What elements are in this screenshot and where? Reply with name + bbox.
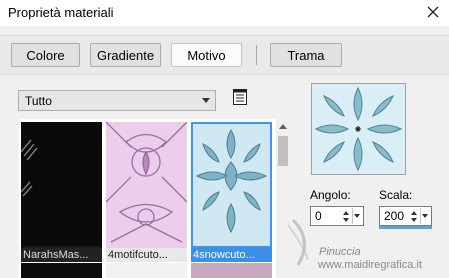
tab-gradiente[interactable]: Gradiente [90, 43, 161, 67]
category-select-value: Tutto [25, 93, 52, 108]
pattern-thumb-4motif[interactable] [106, 122, 187, 262]
chevron-up-icon [279, 124, 287, 129]
pattern-thumb-4snow[interactable] [191, 122, 272, 248]
pattern-thumb-row2[interactable] [106, 263, 187, 278]
pattern-image [106, 122, 187, 262]
watermark-url: www.maidiregrafica.it [318, 259, 422, 271]
thumb-label: 4motifcuto... [106, 248, 187, 262]
view-mode-button[interactable] [231, 88, 249, 106]
category-select[interactable]: Tutto [18, 90, 216, 111]
thumb-label: NarahsMas... [21, 248, 102, 262]
angle-label: Angolo: [310, 188, 351, 202]
tab-separator [256, 45, 257, 65]
chevron-down-icon [202, 98, 210, 103]
tab-label: Trama [287, 47, 325, 63]
list-view-icon [233, 89, 247, 105]
tab-label: Motivo [187, 47, 226, 63]
preview-image [312, 84, 405, 174]
tab-trama[interactable]: Trama [270, 43, 342, 67]
scale-label: Scala: [379, 188, 413, 202]
title-bar: Proprietà materiali [0, 0, 449, 26]
close-icon [427, 6, 439, 18]
tab-label: Gradiente [96, 47, 155, 63]
pattern-thumb-row2[interactable] [21, 263, 102, 278]
tab-colore[interactable]: Colore [11, 43, 80, 67]
pattern-image [193, 124, 270, 246]
window-title: Proprietà materiali [8, 5, 114, 20]
pattern-image [21, 122, 102, 262]
tab-motivo[interactable]: Motivo [171, 43, 242, 67]
pattern-thumb-narahs[interactable] [21, 122, 102, 262]
watermark-name: Pinuccia [319, 246, 361, 258]
scroll-thumb[interactable] [278, 136, 288, 166]
close-button[interactable] [423, 2, 443, 22]
thumb-label-selected: 4snowcuto... [191, 248, 272, 262]
pattern-thumb-row2[interactable] [191, 263, 272, 278]
scroll-up-button[interactable] [276, 119, 290, 133]
pattern-preview [311, 83, 406, 175]
tab-label: Colore [26, 47, 65, 63]
